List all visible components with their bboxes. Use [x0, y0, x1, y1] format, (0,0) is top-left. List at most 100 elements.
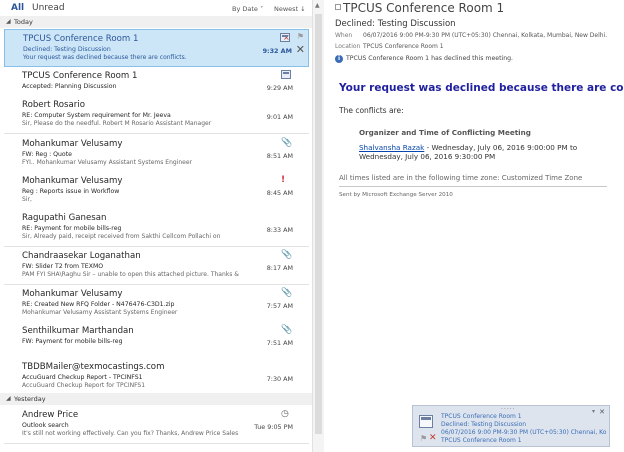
- paperclip-icon: 📎: [281, 138, 293, 148]
- message-row[interactable]: Ragupathi Ganesan RE: Payment for mobile …: [4, 209, 309, 247]
- message-subject: FW: Reg : Quote: [22, 151, 72, 158]
- message-row[interactable]: TPCUS Conference Room 1 Declined: Testing…: [4, 29, 309, 67]
- conflict-table-heading: Organizer and Time of Conflicting Meetin…: [359, 128, 531, 137]
- drag-grip-icon[interactable]: ·····: [501, 406, 516, 413]
- calendar-icon: [281, 70, 291, 79]
- new-mail-desktop-alert[interactable]: ····· ▾ ✕ ⚑ ✕ TPCUS Conference Room 1 De…: [412, 405, 610, 447]
- status-icon-slot: 📎: [281, 250, 292, 260]
- message-row[interactable]: TBDBMailer@texmocastings.com AccuGuard Ch…: [4, 358, 309, 396]
- reading-pane: TPCUS Conference Room 1 Declined: Testin…: [325, 0, 624, 452]
- message-row[interactable]: Andrew Price Outlook search It's still not…: [4, 406, 309, 444]
- collapse-triangle-icon[interactable]: ◢: [6, 18, 11, 25]
- status-icon-slot: 📎: [281, 288, 293, 298]
- received-time: 7:57 AM: [266, 302, 293, 310]
- sender-name: Robert Rosario: [22, 100, 85, 110]
- group-header-today[interactable]: ◢ Today: [0, 16, 312, 28]
- conflicts-label: The conflicts are:: [339, 106, 404, 115]
- meeting-status: Declined: Testing Discussion: [335, 19, 456, 29]
- sender-name: TPCUS Conference Room 1: [23, 34, 139, 44]
- message-preview: FYI.. Mohankumar Velusamy Assistant Syst…: [22, 159, 193, 166]
- message-row[interactable]: Mohankumar Velusamy FW: Reg : Quote FYI.. …: [4, 135, 309, 173]
- conflict-time-start: - Wednesday, July 06, 2016 9:00:00 PM to: [424, 143, 578, 152]
- info-bar: i TPCUS Conference Room 1 has declined th…: [335, 55, 513, 63]
- message-preview: Sir, Already paid, receipt received from…: [22, 233, 221, 240]
- timezone-note: All times listed are in the following ti…: [339, 174, 583, 182]
- high-importance-icon: !: [281, 175, 286, 185]
- sender-name: TPCUS Conference Room 1: [22, 71, 138, 81]
- paperclip-icon: 📎: [281, 325, 293, 335]
- divider: [339, 186, 607, 187]
- organizer-link[interactable]: Shalvansha Razak: [359, 143, 424, 152]
- status-icon-slot: !: [281, 175, 291, 185]
- message-subject: FW: Payment for mobile bills-reg: [22, 338, 123, 345]
- message-row[interactable]: Mohankumar Velusamy Reg : Reports issue i…: [4, 172, 309, 210]
- message-list-pane: All Unread By Date ˅ Newest ↓ ◢ Today TP…: [0, 0, 312, 452]
- status-icon-slot: [281, 70, 291, 80]
- message-row[interactable]: Senthilkumar Marthandan FW: Payment for m…: [4, 322, 309, 360]
- message-list-scrollbar[interactable]: ▲: [312, 0, 324, 452]
- message-preview: Mohankumar Velusamy Assistant Systems En…: [22, 309, 178, 316]
- message-row[interactable]: Chandraasekar Loganathan FW: Slider T2 fr…: [4, 247, 309, 285]
- flag-icon[interactable]: ⚑: [420, 434, 427, 443]
- scroll-thumb[interactable]: [315, 14, 322, 434]
- calendar-icon: [419, 415, 433, 428]
- message-preview: Sir,: [22, 196, 32, 203]
- received-time: 9:29 AM: [266, 84, 293, 92]
- group-header-yesterday[interactable]: ◢ Yesterday: [0, 393, 312, 405]
- message-subject: AccuGuard Checkup Report - TPCINFS1: [22, 374, 143, 381]
- received-time: 9:32 AM: [262, 47, 292, 55]
- message-preview: PAM FYI SHA\Raghu Sir – unable to open t…: [22, 271, 239, 278]
- status-icon-slot: [280, 33, 290, 43]
- meeting-icon: ◷: [281, 409, 289, 419]
- message-subject: RE: Payment for mobile bills-reg: [22, 225, 122, 232]
- filter-unread-tab[interactable]: Unread: [32, 3, 65, 13]
- received-time: 7:51 AM: [266, 339, 293, 347]
- sender-name: TBDBMailer@texmocastings.com: [22, 362, 165, 372]
- sender-name: Ragupathi Ganesan: [22, 213, 107, 223]
- sort-order-button[interactable]: Newest ↓: [274, 5, 306, 13]
- list-filter-bar: All Unread By Date ˅ Newest ↓: [0, 0, 312, 16]
- scroll-up-arrow-icon[interactable]: ▲: [315, 2, 320, 9]
- sender-name: Andrew Price: [22, 410, 79, 420]
- delete-icon[interactable]: ✕: [296, 43, 305, 56]
- when-row: When 06/07/2016 9:00 PM-9:30 PM (UTC+05:3…: [335, 32, 607, 39]
- sender-name: Senthilkumar Marthandan: [22, 326, 134, 336]
- declined-heading: Your request was declined because there …: [339, 82, 624, 94]
- info-text: TPCUS Conference Room 1 has declined thi…: [346, 55, 514, 62]
- message-subject: RE: Created New RFQ Folder - N476476-C3D…: [22, 301, 175, 308]
- calendar-declined-icon: [280, 33, 290, 43]
- alert-location: TPCUS Conference Room 1: [441, 437, 522, 444]
- sender-name: Chandraasekar Loganathan: [22, 251, 141, 261]
- filter-all-tab[interactable]: All: [11, 3, 24, 13]
- received-time: 7:30 AM: [266, 375, 293, 383]
- conflict-time-end: Wednesday, July 06, 2016 9:30:00 PM: [359, 152, 496, 161]
- received-time: Tue 9:05 PM: [254, 423, 293, 431]
- received-time: 8:17 AM: [266, 264, 293, 272]
- flag-icon[interactable]: ⚑: [297, 32, 304, 41]
- collapse-triangle-icon[interactable]: ◢: [6, 395, 11, 402]
- sender-name: Mohankumar Velusamy: [22, 289, 123, 299]
- group-label: Today: [14, 18, 33, 26]
- reading-pane-title: TPCUS Conference Room 1: [335, 1, 504, 15]
- delete-icon[interactable]: ✕: [429, 433, 437, 443]
- alert-title: TPCUS Conference Room 1: [441, 413, 522, 420]
- received-time: 8:51 AM: [266, 152, 293, 160]
- message-subject: Declined: Testing Discussion: [23, 46, 111, 53]
- when-value: 06/07/2016 9:00 PM-9:30 PM (UTC+05:30) C…: [363, 32, 608, 39]
- group-label: Yesterday: [14, 395, 46, 403]
- message-row[interactable]: Robert Rosario RE: Computer System requir…: [4, 96, 309, 134]
- received-time: 8:33 AM: [266, 226, 293, 234]
- paperclip-icon: 📎: [281, 288, 293, 298]
- location-row: Location TPCUS Conference Room 1: [335, 43, 444, 50]
- message-row[interactable]: Mohankumar Velusamy RE: Created New RFQ F…: [4, 285, 309, 323]
- location-value: TPCUS Conference Room 1: [363, 43, 444, 50]
- message-subject: Outlook search: [22, 422, 69, 429]
- checkbox-icon: [335, 4, 341, 10]
- message-subject: Accepted: Planning Discussion: [22, 83, 117, 90]
- status-icon-slot: 📎: [281, 325, 293, 335]
- sort-by-date-dropdown[interactable]: By Date ˅: [232, 5, 263, 13]
- message-subject: Reg : Reports issue in Workflow: [22, 188, 120, 195]
- when-label: When: [335, 32, 353, 39]
- received-time: 8:45 AM: [266, 189, 293, 197]
- status-icon-slot: ◷: [281, 409, 291, 419]
